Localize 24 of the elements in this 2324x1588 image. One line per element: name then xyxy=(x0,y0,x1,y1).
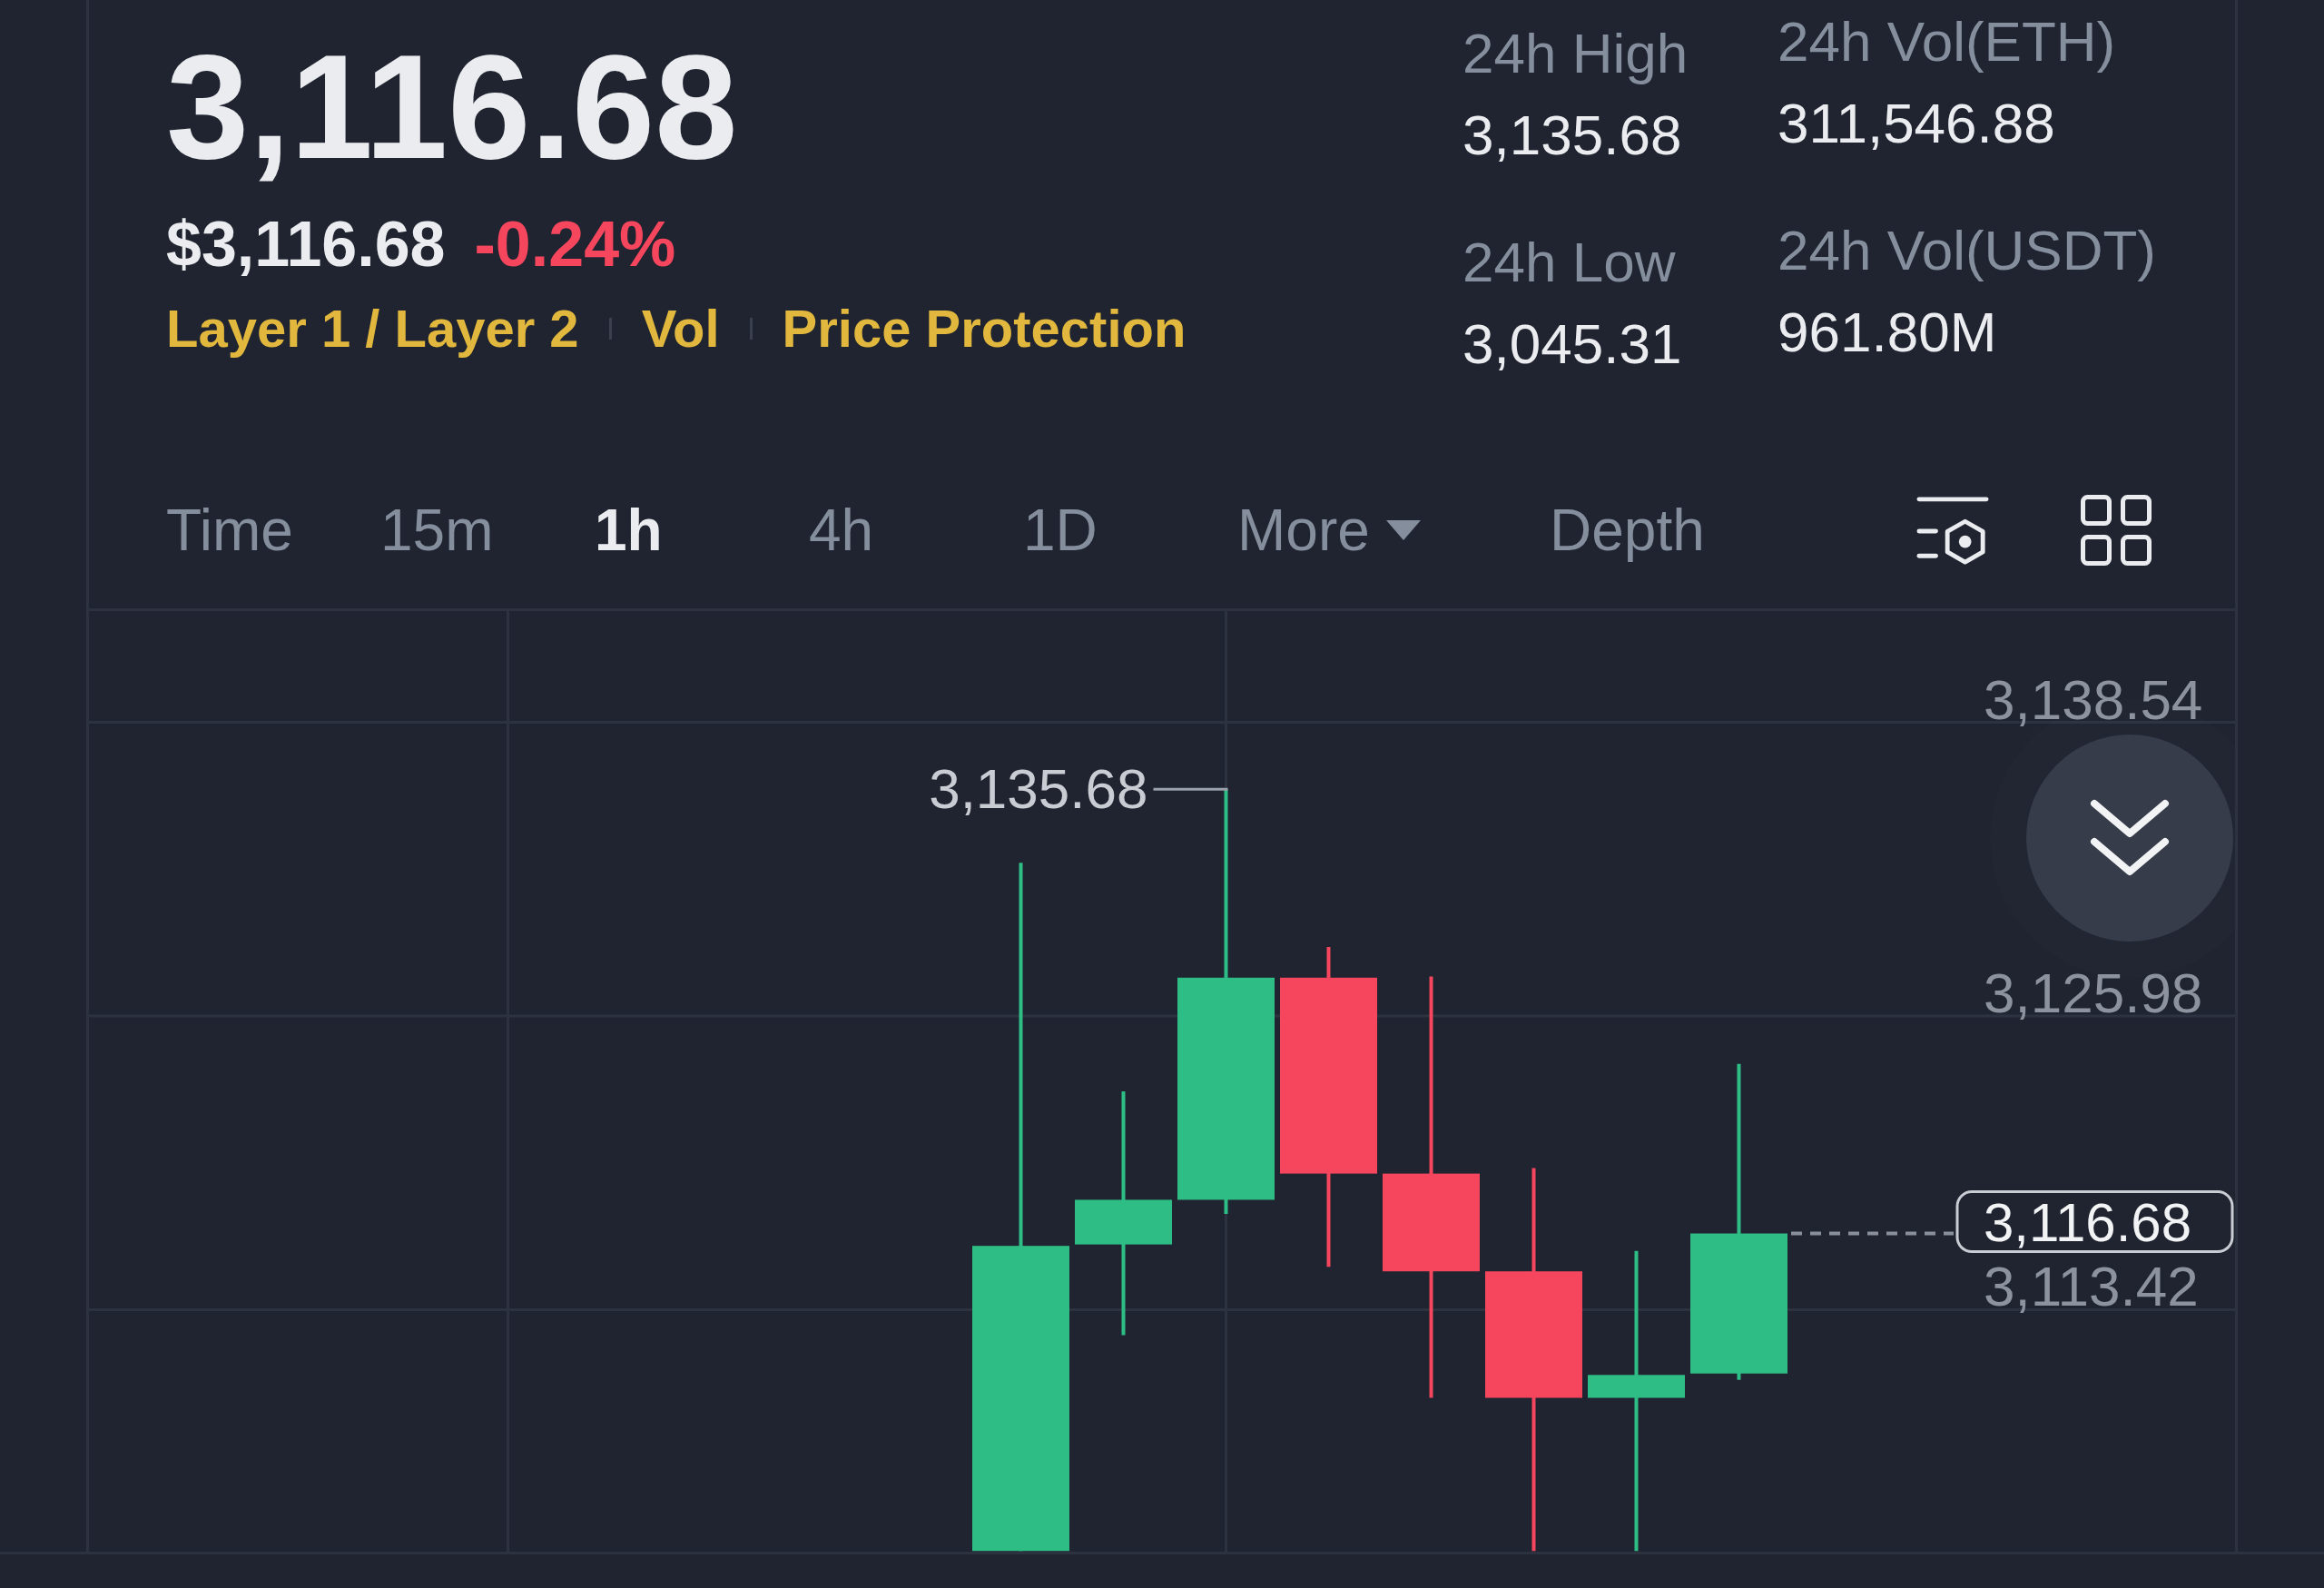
last-price: 3,116.68 xyxy=(166,33,738,182)
tag-link[interactable]: Price Protection xyxy=(782,302,1187,355)
tab[interactable]: More xyxy=(1237,501,1421,559)
tab[interactable]: Time xyxy=(166,501,293,559)
current-price-tag: 3,116.68 xyxy=(1955,1190,2234,1253)
stat-label: 24h Low xyxy=(1462,234,1676,291)
tag-link[interactable]: Vol xyxy=(641,302,720,355)
axis-label: 3,113.42 xyxy=(1984,1255,2199,1318)
stat-value: 311,546.88 xyxy=(1777,95,2055,152)
double-chevron-icon xyxy=(2090,799,2170,877)
grid-icon[interactable] xyxy=(2080,495,2152,566)
settings-icon[interactable] xyxy=(1916,495,1989,566)
caret-icon xyxy=(1385,520,1421,540)
stat-value: 961.80M xyxy=(1777,304,1997,360)
stat-value: 3,045.31 xyxy=(1462,316,1682,372)
fiat-price: $3,116.68 xyxy=(166,212,446,276)
tab[interactable]: 1h xyxy=(595,501,663,559)
stat-value: 3,135.68 xyxy=(1462,107,1682,163)
tab[interactable]: 15m xyxy=(380,501,494,559)
tab[interactable]: 4h xyxy=(809,501,874,559)
axis-label: 3,125.98 xyxy=(1984,962,2203,1024)
tab[interactable]: 1D xyxy=(1023,501,1098,559)
price-change: -0.24% xyxy=(474,212,676,276)
axis-label: 3,138.54 xyxy=(1984,667,2203,731)
